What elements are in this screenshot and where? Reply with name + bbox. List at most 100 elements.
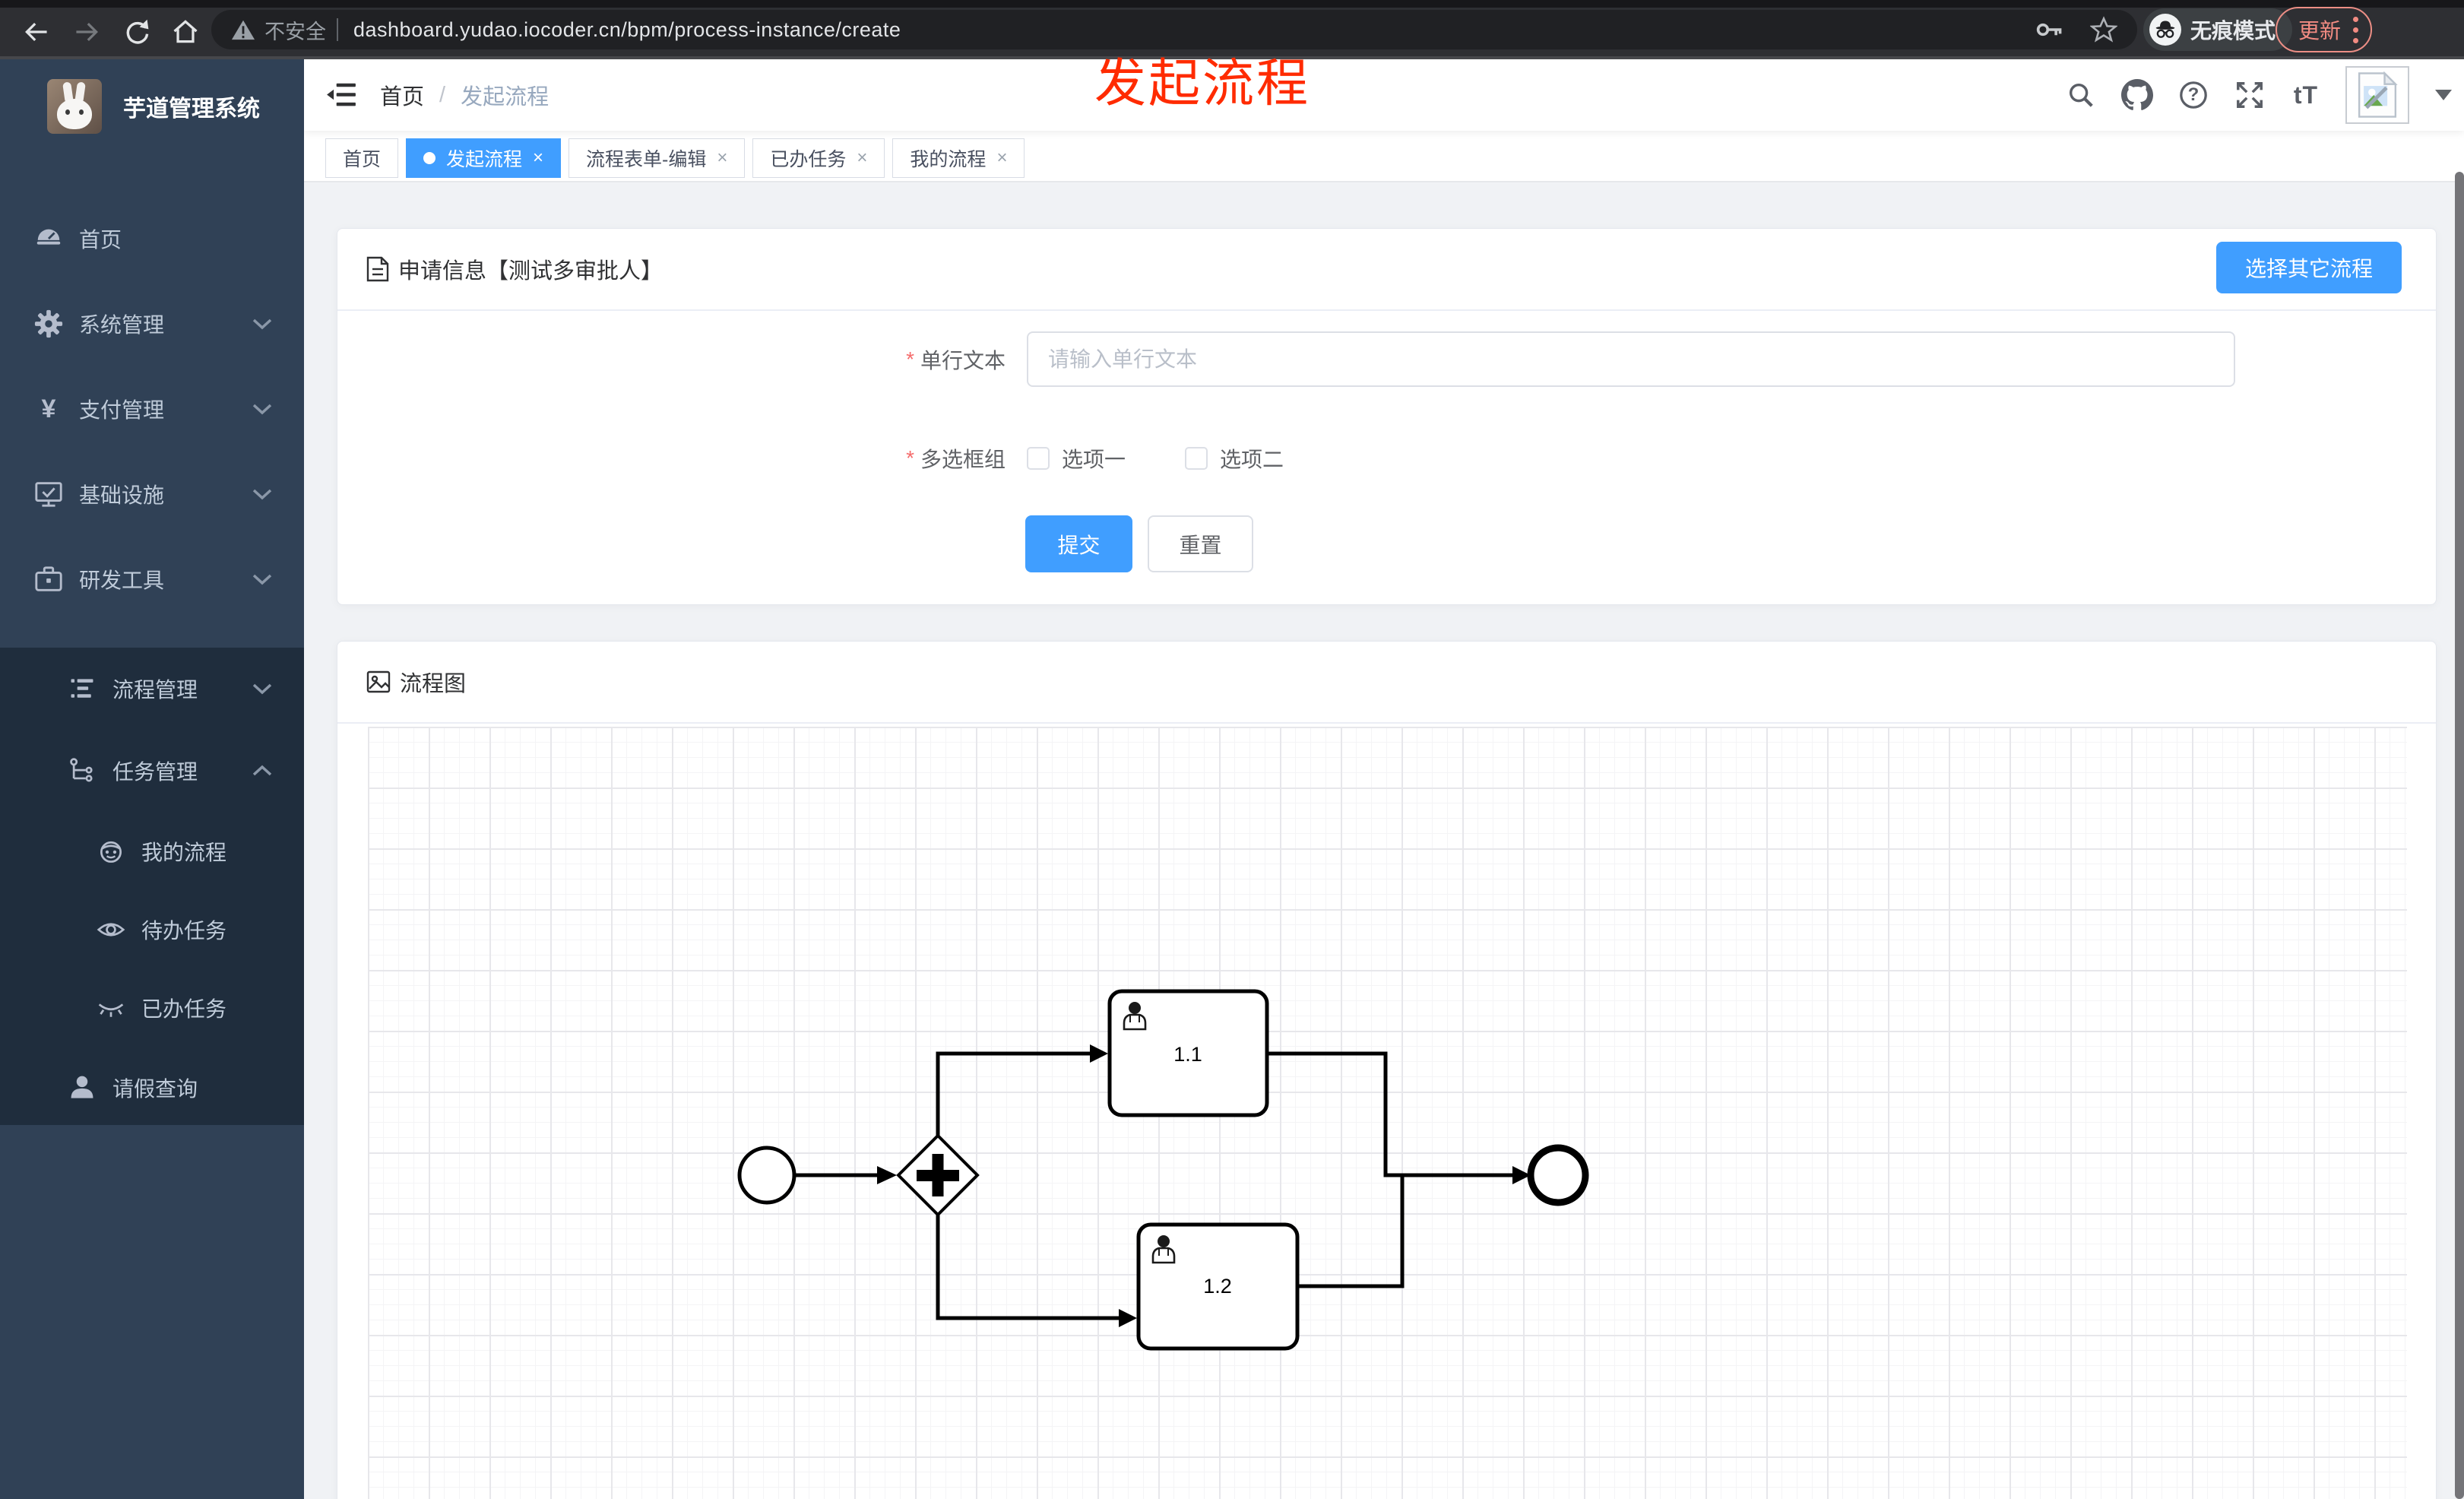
field-label-text: 多选框组 [920, 448, 1006, 471]
single-line-text-input[interactable] [1027, 331, 2235, 387]
key-icon[interactable] [2035, 17, 2064, 43]
tab-start-process[interactable]: 发起流程 × [406, 138, 562, 178]
submit-button[interactable]: 提交 [1025, 515, 1132, 572]
help-icon[interactable]: ? [2177, 78, 2210, 112]
bookmark-star-icon[interactable] [2090, 16, 2117, 43]
chevron-down-icon[interactable] [2435, 90, 2452, 100]
chevron-up-icon [252, 765, 272, 777]
breadcrumb-current: 发起流程 [461, 85, 549, 109]
vertical-scrollbar[interactable] [2455, 172, 2464, 1499]
tabs-bar: 首页 发起流程 × 流程表单-编辑 × 已办任务 × 我的流程 × [304, 131, 2464, 182]
flow-task1-to-end [1267, 1051, 1512, 1177]
sidebar-item-label: 我的流程 [141, 840, 227, 864]
app-logo-row[interactable]: 芋道管理系统 [0, 70, 304, 143]
required-mark: * [906, 347, 914, 371]
browser-forward-button[interactable] [71, 17, 102, 47]
bpmn-end-event[interactable] [1527, 1144, 1589, 1206]
flow-gateway-to-task1 [936, 1051, 1090, 1137]
checkbox-option-2[interactable] [1185, 447, 1208, 470]
checkbox-option-1[interactable] [1027, 447, 1050, 470]
sidebar-item-process-management[interactable]: 流程管理 [0, 648, 304, 730]
chevron-down-icon [252, 683, 272, 695]
sidebar-collapse-button[interactable] [325, 80, 357, 110]
gateway-plus-icon [932, 1154, 944, 1196]
browser-reload-button[interactable] [122, 17, 152, 47]
checkbox-group: 选项一 选项二 [1027, 436, 1284, 481]
breadcrumb-separator: / [439, 82, 446, 107]
choose-other-process-button[interactable]: 选择其它流程 [2215, 242, 2402, 293]
chevron-down-icon [252, 573, 272, 585]
bpmn-start-event[interactable] [737, 1146, 797, 1205]
close-icon[interactable]: × [533, 147, 543, 169]
browser-menu-icon[interactable] [2353, 16, 2359, 43]
flow-gateway-to-task2 [936, 1213, 1119, 1320]
task-label: 1.1 [1173, 1043, 1202, 1066]
sidebar: 芋道管理系统 首页 系统管理 ¥ 支付管理 基础设施 研发工具 流程管理 任务管… [0, 59, 304, 1499]
tab-label: 我的流程 [910, 149, 987, 170]
sidebar-item-leave-query[interactable]: 请假查询 [0, 1047, 304, 1129]
user-icon [65, 1073, 99, 1102]
browser-home-button[interactable] [170, 17, 201, 47]
incognito-badge[interactable]: 无痕模式 [2143, 8, 2293, 51]
close-icon[interactable]: × [996, 147, 1007, 169]
sidebar-item-label: 支付管理 [79, 398, 165, 422]
sidebar-item-payment[interactable]: ¥ 支付管理 [0, 366, 304, 452]
field-label-text: 单行文本 [920, 348, 1006, 372]
github-icon[interactable] [2120, 78, 2154, 112]
font-size-icon[interactable]: tT [2289, 78, 2323, 112]
sidebar-item-home[interactable]: 首页 [0, 196, 304, 281]
tab-label: 首页 [343, 149, 382, 170]
bpmn-diagram: 1.1 1.2 [737, 989, 1589, 1351]
sidebar-item-infrastructure[interactable]: 基础设施 [0, 452, 304, 537]
close-icon[interactable]: × [717, 147, 727, 169]
sidebar-item-label: 首页 [79, 228, 122, 252]
url-text[interactable]: dashboard.yudao.iocoder.cn/bpm/process-i… [353, 18, 2035, 42]
tab-process-form-edit[interactable]: 流程表单-编辑 × [568, 138, 746, 178]
sidebar-item-todo-tasks[interactable]: 待办任务 [0, 890, 304, 968]
security-warning-icon[interactable] [231, 18, 255, 41]
annotation-overlay-text: 发起流程 [1094, 55, 1311, 113]
update-label: 更新 [2298, 19, 2342, 43]
browser-back-button[interactable] [21, 17, 52, 47]
sidebar-item-task-management[interactable]: 任务管理 [0, 730, 304, 812]
bpmn-canvas[interactable]: 1.1 1.2 [368, 727, 2407, 1499]
tab-my-process[interactable]: 我的流程 × [892, 138, 1025, 178]
close-icon[interactable]: × [857, 147, 867, 169]
required-mark: * [906, 446, 914, 470]
search-icon[interactable] [2064, 78, 2098, 112]
gear-icon [32, 309, 65, 339]
flow-task2-to-end [1297, 1174, 1405, 1288]
question-glyph: ? [2187, 84, 2200, 105]
sidebar-item-devtools[interactable]: 研发工具 [0, 537, 304, 622]
sidebar-item-done-tasks[interactable]: 已办任务 [0, 968, 304, 1047]
tab-done-tasks[interactable]: 已办任务 × [752, 138, 885, 178]
top-navbar: 首页 / 发起流程 ? tT [304, 59, 2464, 131]
eye-icon [94, 915, 128, 944]
security-label[interactable]: 不安全 [264, 15, 326, 45]
reset-button[interactable]: 重置 [1148, 515, 1253, 572]
checkbox-label[interactable]: 选项一 [1062, 443, 1126, 474]
browser-update-button[interactable]: 更新 [2276, 7, 2373, 52]
fullscreen-icon[interactable] [2233, 78, 2266, 112]
breadcrumb-home[interactable]: 首页 [380, 79, 424, 111]
briefcase-icon [32, 564, 65, 594]
workflow-submenu: 流程管理 任务管理 我的流程 待办任务 已办任务 请假查询 [0, 648, 304, 1125]
tab-home[interactable]: 首页 [325, 138, 399, 178]
checkbox-label[interactable]: 选项二 [1220, 443, 1284, 474]
active-tab-dot [423, 152, 436, 164]
breadcrumb: 首页 / 发起流程 [380, 59, 549, 131]
eye-closed-icon [94, 994, 128, 1022]
sidebar-item-system[interactable]: 系统管理 [0, 281, 304, 366]
sidebar-item-my-process[interactable]: 我的流程 [0, 812, 304, 890]
monitor-icon [32, 479, 65, 509]
app-logo-rabbit-avatar [47, 79, 102, 134]
incognito-label: 无痕模式 [2190, 19, 2276, 43]
chevron-down-icon [252, 403, 272, 415]
sidebar-item-label: 请假查询 [112, 1077, 198, 1101]
tab-label: 已办任务 [770, 149, 847, 170]
avatar[interactable] [2345, 66, 2409, 124]
arrowhead [1090, 1044, 1108, 1063]
app-title: 芋道管理系统 [123, 97, 260, 122]
chevron-down-icon [252, 488, 272, 500]
sidebar-item-label: 任务管理 [112, 760, 198, 784]
